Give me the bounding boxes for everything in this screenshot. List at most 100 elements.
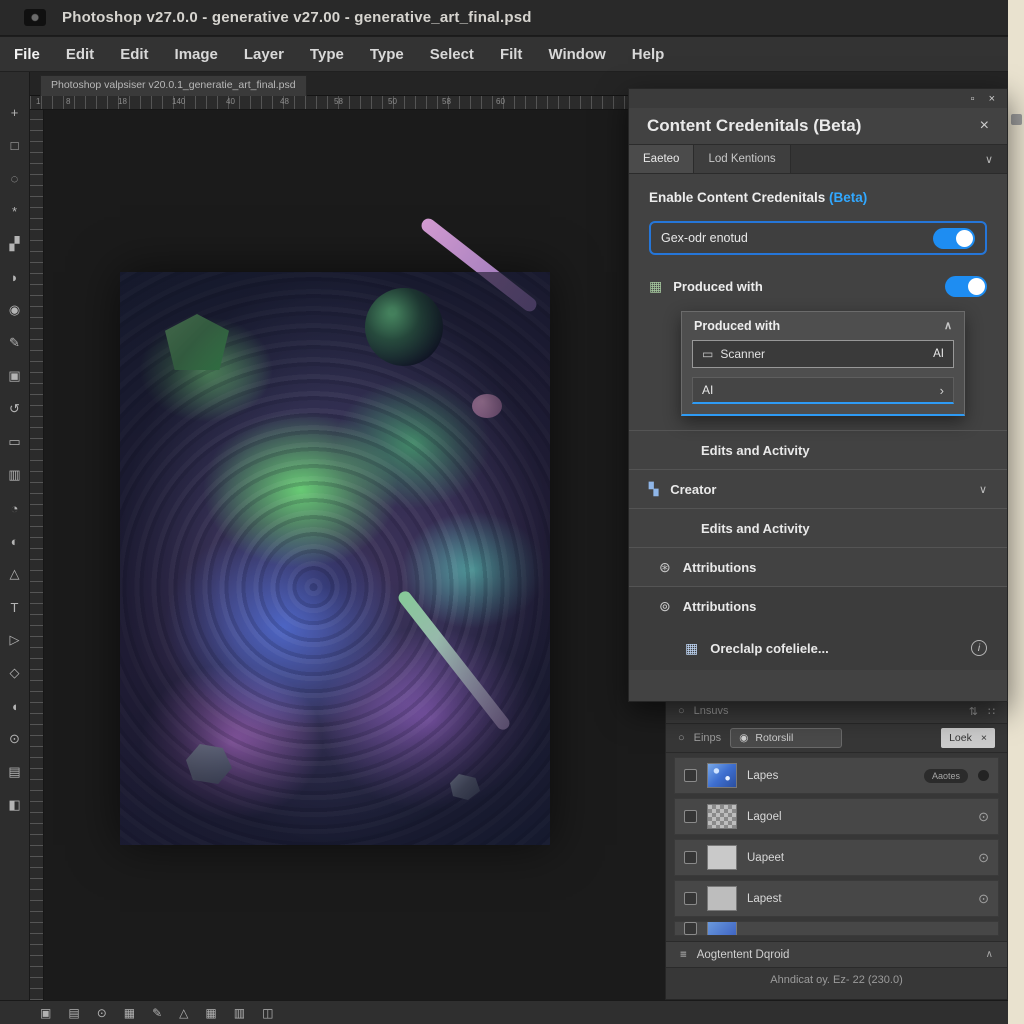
layers-icon[interactable]: ▥ [234, 1006, 245, 1020]
pen-tool[interactable]: △ [5, 564, 25, 584]
menu-item-type-2[interactable]: Type [370, 46, 404, 63]
collapse-icon[interactable]: ∧ [986, 949, 993, 960]
minimize-icon[interactable]: ▫ [971, 93, 975, 105]
healing-brush-tool[interactable]: ◉ [5, 300, 25, 320]
lock-label: Loek [949, 732, 972, 744]
ruler-tick-label: 40 [226, 97, 235, 106]
chevron-down-icon[interactable]: ∨ [971, 145, 1007, 173]
type-tool[interactable]: T [5, 597, 25, 617]
attributions-row-2[interactable]: ⊚ Attributions [629, 587, 1007, 626]
eraser-tool[interactable]: ▭ [5, 432, 25, 452]
creator-icon: ▚ [649, 482, 658, 496]
content-credentials-panel: ▫ × Content Credenitals (Beta) × Eaeteo … [628, 88, 1008, 702]
close-icon[interactable]: × [989, 93, 995, 105]
menu-item-filter[interactable]: Filt [500, 46, 523, 63]
alert-icon[interactable]: △ [179, 1006, 188, 1020]
menu-item-edit[interactable]: Edit [66, 46, 94, 63]
layer-checkbox[interactable] [684, 851, 697, 864]
blend-mode-select[interactable]: ◉ Rotorslil [730, 728, 842, 748]
vertical-ruler[interactable] [30, 110, 44, 1000]
magic-wand-tool[interactable]: * [5, 201, 25, 221]
marquee-tool[interactable]: □ [5, 135, 25, 155]
zoom-tool[interactable]: ⊙ [5, 729, 25, 749]
document-canvas[interactable] [120, 272, 550, 845]
attributions-label: Attributions [683, 560, 757, 575]
export-icon[interactable]: ▤ [68, 1006, 79, 1020]
clone-stamp-tool[interactable]: ▣ [5, 366, 25, 386]
lock-close-icon[interactable]: × [981, 732, 987, 744]
lasso-tool[interactable]: ◌ [5, 168, 25, 188]
layer-row[interactable]: Lapest ⊙ [674, 880, 999, 917]
split-view-icon[interactable]: ◫ [262, 1006, 273, 1020]
move-tool[interactable]: + [5, 102, 25, 122]
gradient-tool[interactable]: ▥ [5, 465, 25, 485]
menu-item-window[interactable]: Window [548, 46, 605, 63]
dropdown-header[interactable]: Produced with ∧ [682, 312, 964, 339]
menu-item-file[interactable]: File [14, 46, 40, 63]
dodge-tool[interactable]: ◐ [5, 531, 25, 551]
layer-checkbox[interactable] [684, 769, 697, 782]
ai-option[interactable]: AI › [692, 377, 954, 404]
menu-item-image[interactable]: Image [175, 46, 218, 63]
quick-mask-tool[interactable]: ◧ [5, 795, 25, 815]
blur-tool[interactable]: ◔ [5, 498, 25, 518]
edits-activity-row-1[interactable]: Edits and Activity [629, 430, 1007, 469]
edits-activity-row-2[interactable]: Edits and Activity [629, 508, 1007, 547]
layer-visibility-icon[interactable]: ⊙ [978, 809, 989, 825]
menu-icon[interactable]: ≡ [680, 949, 687, 961]
path-selection-tool[interactable]: ▷ [5, 630, 25, 650]
eyedropper-tool[interactable]: ◗ [5, 267, 25, 287]
grid-icon[interactable]: ▦ [124, 1006, 135, 1020]
overlap-profile-row[interactable]: ▦ Oreclalp cofeliele... i [629, 626, 1007, 670]
layer-checkbox[interactable] [684, 892, 697, 905]
layer-row[interactable]: Lapes Aaotes [674, 757, 999, 794]
attributions-row-1[interactable]: ⊛ Attributions [629, 547, 1007, 586]
blend-label: Einps [694, 732, 722, 744]
layer-row-partial[interactable] [674, 921, 999, 936]
scanner-input[interactable]: ▭ Scanner AI [692, 340, 954, 368]
produced-with-toggle[interactable] [945, 276, 987, 297]
grid-handle-icon[interactable]: ∷ [988, 705, 995, 718]
brush-tool[interactable]: ✎ [5, 333, 25, 353]
layer-checkbox[interactable] [684, 810, 697, 823]
blend-circle-icon: ○ [678, 732, 685, 744]
title-bar: Photoshop v27.0.0 - generative v27.00 - … [0, 0, 1008, 36]
overlap-label: Oreclalp cofeliele... [710, 641, 829, 656]
layer-visibility-icon[interactable]: ⊙ [978, 891, 989, 907]
layer-name: Lapes [747, 770, 778, 782]
layer-thumbnail [707, 804, 737, 829]
menu-item-edit-2[interactable]: Edit [120, 46, 148, 63]
layer-row[interactable]: Uapeet ⊙ [674, 839, 999, 876]
history-brush-tool[interactable]: ↺ [5, 399, 25, 419]
creator-row[interactable]: ▚ Creator ∨ [629, 469, 1007, 508]
enable-credentials-field[interactable]: Gex-odr enotud [649, 221, 987, 255]
layers-panel: ○ Lnsuvs ⇅ ∷ ○ Einps ◉ Rotorslil Loek × … [665, 698, 1008, 1000]
layer-visibility-icon[interactable]: ⊙ [978, 850, 989, 866]
blend-select-icon: ◉ [739, 732, 748, 744]
zoom-icon[interactable]: ⊙ [97, 1006, 107, 1020]
enable-credentials-toggle[interactable] [933, 228, 975, 249]
document-tab[interactable]: Photoshop valpsiser v20.0.1_generatie_ar… [40, 75, 307, 96]
layer-checkbox[interactable] [684, 922, 697, 935]
tiles-icon[interactable]: ▦ [205, 1006, 216, 1020]
menu-item-help[interactable]: Help [632, 46, 665, 63]
menu-item-select[interactable]: Select [430, 46, 474, 63]
screen-mode-tool[interactable]: ▤ [5, 762, 25, 782]
menu-item-layer[interactable]: Layer [244, 46, 284, 63]
pencil-icon[interactable]: ✎ [152, 1006, 162, 1020]
shape-tool[interactable]: ◇ [5, 663, 25, 683]
edge-panel-icon[interactable] [1011, 114, 1022, 125]
menu-item-type[interactable]: Type [310, 46, 344, 63]
canvas-frame-icon[interactable]: ▣ [40, 1006, 51, 1020]
sort-icon[interactable]: ⇅ [969, 705, 978, 718]
tab-created[interactable]: Eaeteo [629, 145, 694, 173]
lock-button[interactable]: Loek × [941, 728, 995, 748]
layer-row[interactable]: Lagoel ⊙ [674, 798, 999, 835]
hand-tool[interactable]: ◖ [5, 696, 25, 716]
crop-tool[interactable]: ▞ [5, 234, 25, 254]
tab-mentions[interactable]: Lod Kentions [694, 145, 790, 173]
attribution-icon: ⊚ [659, 598, 671, 615]
info-icon[interactable]: i [971, 640, 987, 656]
chevron-right-icon: › [940, 383, 944, 398]
panel-close-icon[interactable]: × [980, 117, 989, 135]
